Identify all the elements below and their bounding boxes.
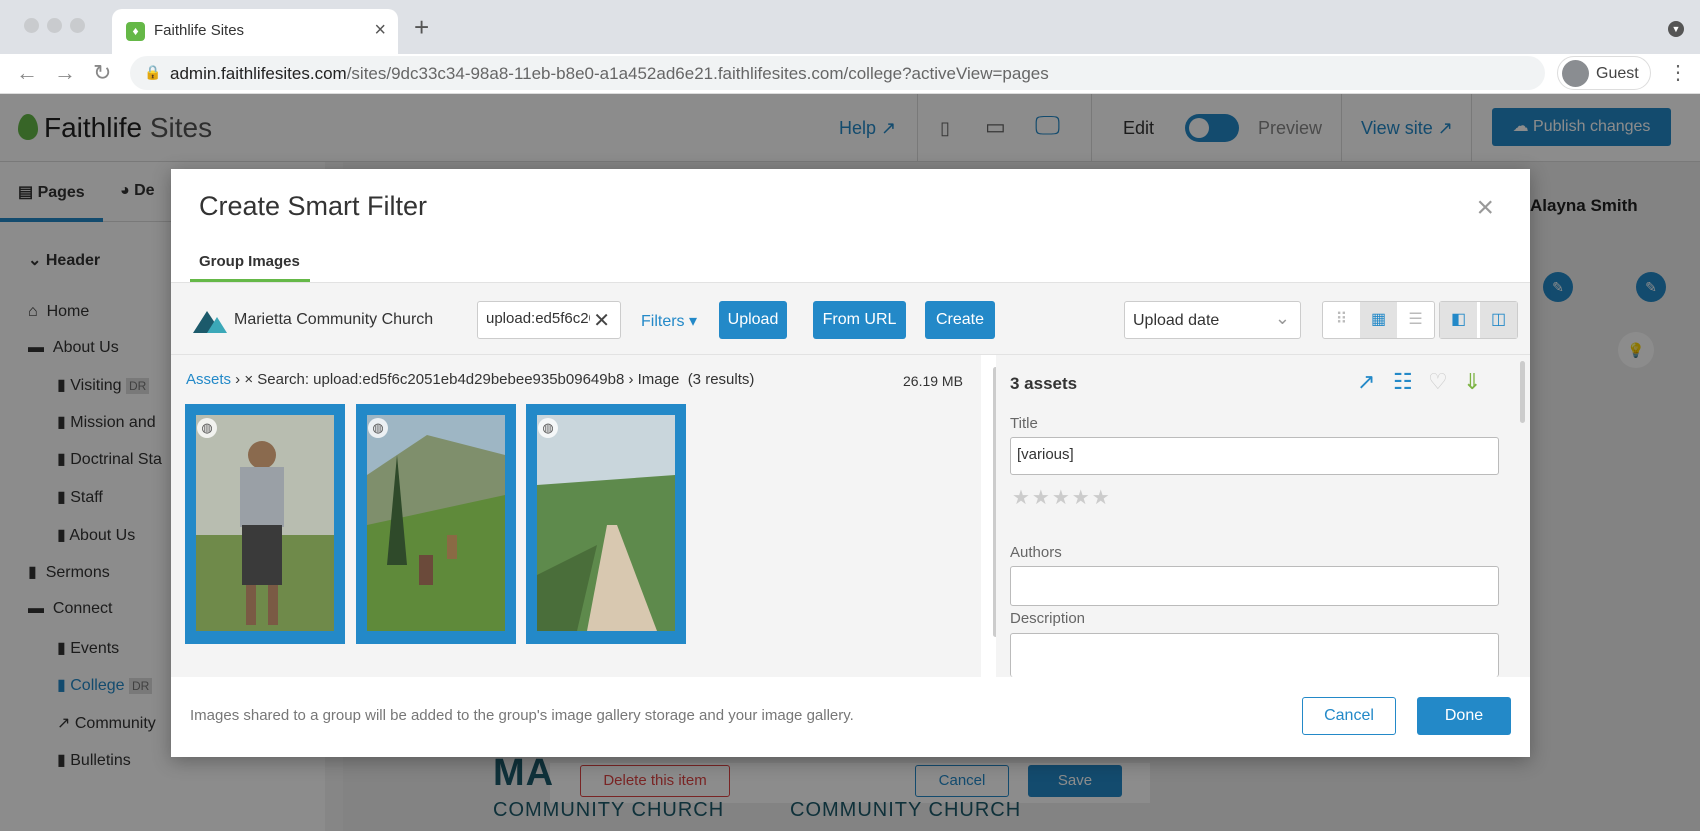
jungle-road-photo <box>537 415 675 631</box>
close-icon[interactable]: × <box>1476 191 1494 225</box>
heart-icon[interactable]: ♡ <box>1428 369 1448 395</box>
rating-stars[interactable]: ★★★★★ <box>1012 485 1112 510</box>
globe-icon: ◍ <box>538 418 558 438</box>
clear-search-icon[interactable]: ✕ <box>593 308 610 333</box>
filters-dropdown[interactable]: Filters ▾ <box>641 311 697 331</box>
new-tab-icon[interactable]: + <box>414 14 429 40</box>
thumbnail-size-group: ⠿ ▦ ☰ <box>1322 301 1435 339</box>
title-label: Title <box>1010 415 1038 432</box>
sort-select[interactable]: Upload date ⌄ <box>1124 301 1301 339</box>
masonry-panel-icon[interactable]: ◫ <box>1480 302 1517 338</box>
browser-tab[interactable]: ♦ Faithlife Sites × <box>112 9 398 54</box>
asset-thumbnail[interactable]: ◍ <box>356 404 516 644</box>
address-bar[interactable]: 🔒 admin.faithlifesites.com/sites/9dc33c3… <box>130 56 1545 90</box>
upload-button[interactable]: Upload <box>719 301 787 339</box>
result-count: (3 results) <box>687 371 755 388</box>
open-external-icon[interactable]: ↗ <box>1357 369 1375 395</box>
hiker-photo <box>196 415 334 631</box>
search-input[interactable] <box>486 310 590 327</box>
create-smart-filter-dialog: Create Smart Filter × Group Images Marie… <box>171 169 1530 757</box>
church-mountain-icon <box>193 311 227 333</box>
globe-icon: ◍ <box>368 418 388 438</box>
lock-icon: 🔒 <box>144 64 162 80</box>
group-share-note: Images shared to a group will be added t… <box>190 707 854 724</box>
cancel-button[interactable]: Cancel <box>1302 697 1396 735</box>
browser-tab-strip: ♦ Faithlife Sites × + ▼ <box>0 0 1700 54</box>
sort-value: Upload date <box>1133 312 1220 329</box>
breadcrumb-assets-link[interactable]: Assets <box>186 371 231 388</box>
tab-group-images[interactable]: Group Images <box>199 253 300 270</box>
avatar-icon <box>1562 60 1589 87</box>
mountain-trail-photo <box>367 415 505 631</box>
small-grid-icon[interactable]: ⠿ <box>1323 302 1360 338</box>
dialog-footer: Images shared to a group will be added t… <box>171 677 1530 757</box>
browser-menu-icon[interactable]: ⋮ <box>1668 60 1688 85</box>
breadcrumb-type: Image <box>637 371 680 388</box>
close-tab-icon[interactable]: × <box>374 19 386 42</box>
list-details-icon[interactable]: ☷ <box>1393 369 1413 395</box>
grid-icon[interactable]: ▦ <box>1360 302 1397 338</box>
list-icon[interactable]: ☰ <box>1397 302 1434 338</box>
search-field[interactable]: ✕ <box>477 301 621 339</box>
scrollbar[interactable] <box>1520 361 1525 423</box>
globe-icon: ◍ <box>197 418 217 438</box>
url-text: admin.faithlifesites.com/sites/9dc33c34-… <box>170 64 1049 83</box>
asset-thumbnail[interactable]: ◍ <box>526 404 686 644</box>
authors-label: Authors <box>1010 544 1062 561</box>
from-url-button[interactable]: From URL <box>813 301 906 339</box>
asset-details-panel: 3 assets ↗ ☷ ♡ ⇓ Title ★★★★★ Authors Des… <box>996 355 1530 677</box>
title-input[interactable] <box>1017 446 1487 463</box>
description-label: Description <box>1010 610 1086 627</box>
browser-toolbar: ← → ↻ 🔒 admin.faithlifesites.com/sites/9… <box>0 54 1700 94</box>
breadcrumb-search[interactable]: × Search: upload:ed5f6c2051eb4d29bebee93… <box>244 371 624 388</box>
asset-browser: Assets › × Search: upload:ed5f6c2051eb4d… <box>171 355 981 677</box>
asset-thumbnail[interactable]: ◍ <box>185 404 345 644</box>
dialog-title: Create Smart Filter <box>199 191 428 221</box>
storage-size: 26.19 MB <box>903 373 963 389</box>
asset-toolbar: Marietta Community Church ✕ Filters ▾ Up… <box>171 282 1530 355</box>
back-icon[interactable]: ← <box>16 60 38 86</box>
zoom-window-button[interactable] <box>70 18 85 33</box>
authors-input[interactable] <box>1017 575 1487 592</box>
tab-search-icon[interactable]: ▼ <box>1668 21 1684 37</box>
minimize-window-button[interactable] <box>47 18 62 33</box>
breadcrumb: Assets › × Search: upload:ed5f6c2051eb4d… <box>186 371 755 388</box>
forward-icon[interactable]: → <box>54 60 76 86</box>
title-field[interactable] <box>1010 437 1499 475</box>
profile-label: Guest <box>1596 65 1639 82</box>
done-button[interactable]: Done <box>1417 697 1511 735</box>
reload-icon[interactable]: ↻ <box>93 60 111 86</box>
chevron-down-icon: ⌄ <box>1274 308 1290 328</box>
authors-field[interactable] <box>1010 566 1499 606</box>
create-button[interactable]: Create <box>925 301 995 339</box>
close-window-button[interactable] <box>24 18 39 33</box>
group-name[interactable]: Marietta Community Church <box>234 311 433 329</box>
profile-button[interactable]: Guest <box>1557 56 1651 90</box>
download-icon[interactable]: ⇓ <box>1463 369 1481 395</box>
faithlife-favicon-icon: ♦ <box>126 22 145 41</box>
selected-assets-count: 3 assets <box>1010 374 1078 393</box>
split-panel-icon[interactable]: ◧ <box>1440 302 1477 338</box>
tab-title: Faithlife Sites <box>154 22 245 39</box>
description-field[interactable] <box>1010 633 1499 677</box>
panel-layout-group: ◧ ◫ <box>1439 301 1518 339</box>
